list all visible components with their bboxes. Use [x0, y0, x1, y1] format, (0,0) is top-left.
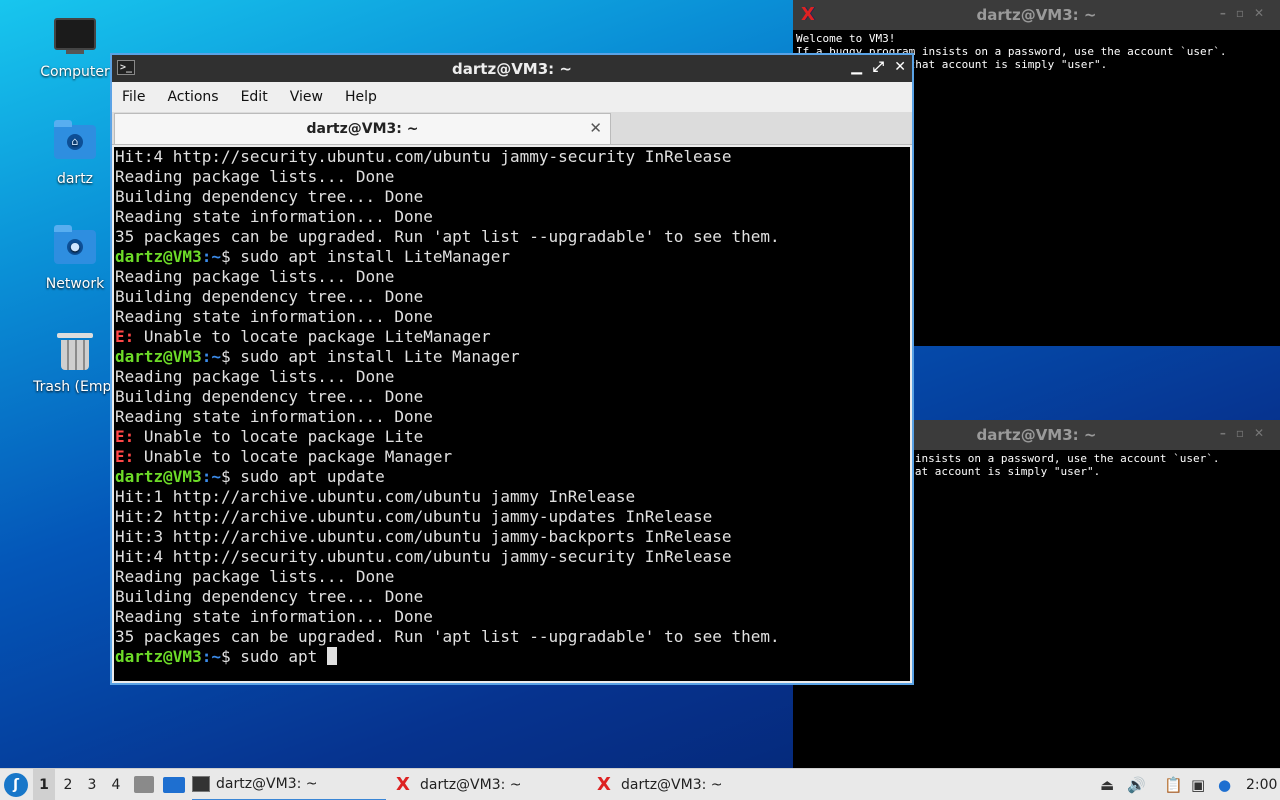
notification-icon[interactable]: ●: [1218, 769, 1231, 800]
window-controls[interactable]: –▫✕: [1220, 426, 1274, 440]
terminal-line: Reading package lists... Done: [115, 167, 395, 186]
terminal-line: Building dependency tree... Done: [115, 287, 424, 306]
tab-label: dartz@VM3: ~: [306, 121, 419, 137]
terminal-line: Reading state information... Done: [115, 407, 433, 426]
terminal-output[interactable]: Hit:4 http://security.ubuntu.com/ubuntu …: [114, 147, 910, 681]
error-prefix: E:: [115, 327, 135, 346]
terminal-line: dartz@VM3:~$ sudo apt install LiteManage…: [115, 247, 910, 267]
terminal-line: Reading package lists... Done: [115, 267, 395, 286]
terminal-line: dartz@VM3:~$ sudo apt install Lite Manag…: [115, 347, 910, 367]
terminal-line: Reading state information... Done: [115, 607, 433, 626]
tab-bar: dartz@VM3: ~ ✕: [112, 112, 912, 145]
terminal-line: E: Unable to locate package LiteManager: [115, 327, 910, 347]
prompt-user: dartz@VM3: [115, 467, 202, 486]
terminal-line: Reading state information... Done: [115, 207, 433, 226]
start-menu-button[interactable]: ʃ: [4, 773, 28, 797]
error-message: Unable to locate package Manager: [134, 447, 453, 466]
workspace-2[interactable]: 2: [57, 769, 79, 800]
prompt-user: dartz@VM3: [115, 347, 202, 366]
taskbar-item-label: dartz@VM3: ~: [216, 776, 318, 792]
prompt-user: dartz@VM3: [115, 647, 202, 666]
terminal-window[interactable]: >_ dartz@VM3: ~ ▁ ⤢ ✕ File Actions Edit …: [110, 53, 914, 685]
workspace-3[interactable]: 3: [81, 769, 103, 800]
text-cursor: [326, 647, 337, 665]
computer-icon: [53, 18, 97, 58]
clipboard-icon[interactable]: 📋: [1164, 769, 1183, 800]
command-text: $ sudo apt: [220, 647, 327, 666]
terminal-line: Reading state information... Done: [115, 307, 433, 326]
prompt-path: :~: [201, 247, 221, 266]
menu-edit[interactable]: Edit: [241, 89, 268, 105]
taskbar-item-label: dartz@VM3: ~: [420, 777, 522, 793]
command-text: $ sudo apt install LiteManager: [220, 247, 510, 266]
menu-file[interactable]: File: [122, 89, 145, 105]
terminal-line: Building dependency tree... Done: [115, 187, 424, 206]
taskbar-item-terminal[interactable]: dartz@VM3: ~: [192, 769, 386, 800]
menu-actions[interactable]: Actions: [167, 89, 218, 105]
network-folder-icon: ●: [53, 225, 97, 270]
clock[interactable]: 2:00: [1246, 769, 1277, 800]
xterm-icon: X: [597, 774, 611, 795]
taskbar-item-xterm-2[interactable]: X dartz@VM3: ~: [597, 769, 787, 800]
trash-icon: [53, 333, 97, 373]
terminal-line: Reading package lists... Done: [115, 567, 395, 586]
menu-bar: File Actions Edit View Help: [112, 82, 912, 112]
prompt-user: dartz@VM3: [115, 247, 202, 266]
terminal-line: 35 packages can be upgraded. Run 'apt li…: [115, 627, 780, 646]
menu-help[interactable]: Help: [345, 89, 377, 105]
error-prefix: E:: [115, 427, 135, 446]
terminal-icon: [192, 776, 210, 792]
error-prefix: E:: [115, 447, 135, 466]
tab-close-icon[interactable]: ✕: [589, 119, 602, 137]
error-message: Unable to locate package LiteManager: [134, 327, 491, 346]
close-button[interactable]: ✕: [894, 59, 906, 75]
file-manager-launcher-icon[interactable]: [134, 776, 154, 793]
keyboard-layout-icon[interactable]: ⏏: [1100, 769, 1114, 800]
command-text: $ sudo apt update: [220, 467, 385, 486]
terminal-line: dartz@VM3:~$ sudo apt update: [115, 467, 910, 487]
taskbar: ʃ 1 2 3 4 dartz@VM3: ~ X dartz@VM3: ~ X …: [0, 768, 1280, 800]
network-status-icon[interactable]: ▣: [1191, 769, 1205, 800]
prompt-path: :~: [201, 467, 221, 486]
terminal-line: dartz@VM3:~$ sudo apt: [115, 647, 910, 667]
terminal-titlebar[interactable]: >_ dartz@VM3: ~ ▁ ⤢ ✕: [112, 55, 912, 82]
terminal-line: Hit:2 http://archive.ubuntu.com/ubuntu j…: [115, 507, 713, 526]
terminal-line: Building dependency tree... Done: [115, 587, 424, 606]
xterm-icon: X: [396, 774, 410, 795]
workspace-1[interactable]: 1: [33, 769, 55, 800]
minimize-button[interactable]: ▁: [851, 59, 862, 75]
terminal-line: E: Unable to locate package Manager: [115, 447, 910, 467]
show-desktop-icon[interactable]: [163, 777, 185, 793]
prompt-path: :~: [201, 347, 221, 366]
home-folder-icon: ⌂: [53, 120, 97, 165]
terminal-line: Hit:4 http://security.ubuntu.com/ubuntu …: [115, 547, 732, 566]
window-title: dartz@VM3: ~: [452, 60, 572, 78]
terminal-line: Reading package lists... Done: [115, 367, 395, 386]
terminal-line: Hit:3 http://archive.ubuntu.com/ubuntu j…: [115, 527, 732, 546]
window-controls[interactable]: –▫✕: [1220, 6, 1274, 20]
terminal-line: Hit:4 http://security.ubuntu.com/ubuntu …: [115, 147, 732, 166]
terminal-line: Hit:1 http://archive.ubuntu.com/ubuntu j…: [115, 487, 636, 506]
command-text: $ sudo apt install Lite Manager: [220, 347, 520, 366]
tab-terminal[interactable]: dartz@VM3: ~ ✕: [114, 113, 611, 144]
prompt-path: :~: [201, 647, 221, 666]
volume-icon[interactable]: 🔊: [1127, 769, 1146, 800]
terminal-line: E: Unable to locate package Lite: [115, 427, 910, 447]
xterm-titlebar[interactable]: X dartz@VM3: ~ –▫✕: [793, 0, 1280, 30]
error-message: Unable to locate package Lite: [134, 427, 424, 446]
terminal-line: Building dependency tree... Done: [115, 387, 424, 406]
taskbar-item-label: dartz@VM3: ~: [621, 777, 723, 793]
taskbar-item-xterm-1[interactable]: X dartz@VM3: ~: [396, 769, 586, 800]
menu-view[interactable]: View: [290, 89, 323, 105]
terminal-line: 35 packages can be upgraded. Run 'apt li…: [115, 227, 780, 246]
workspace-4[interactable]: 4: [105, 769, 127, 800]
maximize-button[interactable]: ⤢: [873, 59, 884, 75]
xterm-title: dartz@VM3: ~: [976, 6, 1097, 24]
